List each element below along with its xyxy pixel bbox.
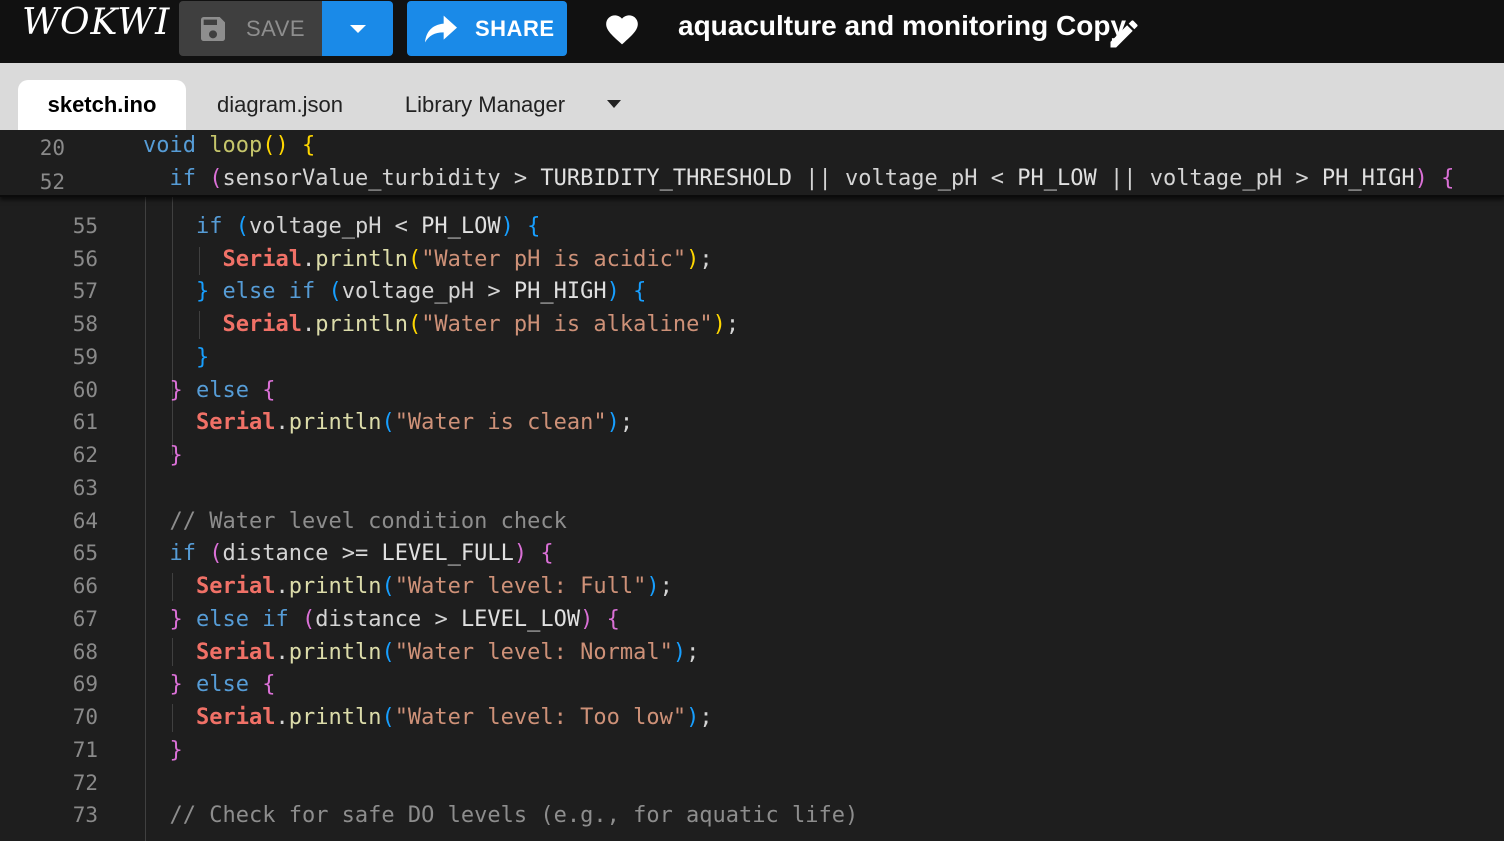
code-line[interactable]: 57 } else if (voltage_pH > PH_HIGH) { [0,279,1504,312]
tab-library-manager[interactable]: Library Manager [380,80,590,130]
line-number: 60 [72,378,98,402]
top-bar: WOKWI SAVE SHARE aquaculture and monitor… [0,0,1504,63]
file-tab-bar: sketch.ino diagram.json Library Manager [0,63,1504,130]
line-number: 20 [39,136,65,160]
share-arrow-icon [425,15,457,42]
code-line[interactable]: 66 Serial.println("Water level: Full"); [0,574,1504,607]
code-line[interactable]: 60 } else { [0,378,1504,411]
line-number: 64 [72,509,98,533]
code-line[interactable]: 56 Serial.println("Water pH is acidic"); [0,247,1504,280]
line-number: 65 [72,541,98,565]
floppy-disk-icon [201,16,225,41]
project-title[interactable]: aquaculture and monitoring Copy [678,10,1126,42]
tab-sketch-ino[interactable]: sketch.ino [18,80,186,130]
line-number: 58 [72,312,98,336]
sticky-code-line[interactable]: void loop() { [143,133,315,158]
line-number: 70 [72,705,98,729]
line-number: 59 [72,345,98,369]
save-button-label: SAVE [246,15,306,41]
sticky-scroll-header: 20 void loop() { 52 if (sensorValue_turb… [0,130,1504,197]
code-line[interactable]: 65 if (distance >= LEVEL_FULL) { [0,541,1504,574]
code-line[interactable]: 61 Serial.println("Water is clean"); [0,410,1504,443]
save-button[interactable]: SAVE [179,1,322,56]
line-number: 57 [72,279,98,303]
code-line[interactable]: 55 if (voltage_pH < PH_LOW) { [0,214,1504,247]
code-line[interactable]: 70 Serial.println("Water level: Too low"… [0,705,1504,738]
chevron-down-icon [349,24,366,33]
line-number: 55 [72,214,98,238]
tab-menu-caret-icon[interactable] [606,99,622,109]
code-line[interactable]: 73 // Check for safe DO levels (e.g., fo… [0,803,1504,836]
share-button-label: SHARE [475,15,555,41]
code-line[interactable]: 64 // Water level condition check [0,509,1504,542]
line-number: 52 [39,170,65,194]
line-number: 62 [72,443,98,467]
line-number: 63 [72,476,98,500]
sticky-code-line[interactable]: if (sensorValue_turbidity > TURBIDITY_TH… [143,166,1455,191]
code-line[interactable]: 71 } [0,738,1504,771]
line-number: 72 [72,771,98,795]
share-button[interactable]: SHARE [407,1,567,56]
line-number: 67 [72,607,98,631]
line-number: 71 [72,738,98,762]
heart-icon[interactable] [603,10,641,46]
code-line[interactable]: 72 [0,771,1504,804]
line-number: 73 [72,803,98,827]
code-editor[interactable]: 20 void loop() { 52 if (sensorValue_turb… [0,130,1504,841]
line-number: 56 [72,247,98,271]
line-number: 66 [72,574,98,598]
code-line[interactable]: 63 [0,476,1504,509]
pencil-icon[interactable] [1106,16,1142,52]
line-number: 68 [72,640,98,664]
line-number: 61 [72,410,98,434]
save-options-dropdown[interactable] [322,1,393,56]
line-number: 69 [72,672,98,696]
code-line[interactable]: 62 } [0,443,1504,476]
code-line[interactable]: 67 } else if (distance > LEVEL_LOW) { [0,607,1504,640]
tab-diagram-json[interactable]: diagram.json [196,80,364,130]
code-line[interactable]: 68 Serial.println("Water level: Normal")… [0,640,1504,673]
wokwi-logo[interactable]: WOKWI [22,2,170,43]
code-line[interactable]: 58 Serial.println("Water pH is alkaline"… [0,312,1504,345]
code-line[interactable]: 69 } else { [0,672,1504,705]
save-button-group: SAVE [179,1,393,56]
code-line[interactable]: 59 } [0,345,1504,378]
